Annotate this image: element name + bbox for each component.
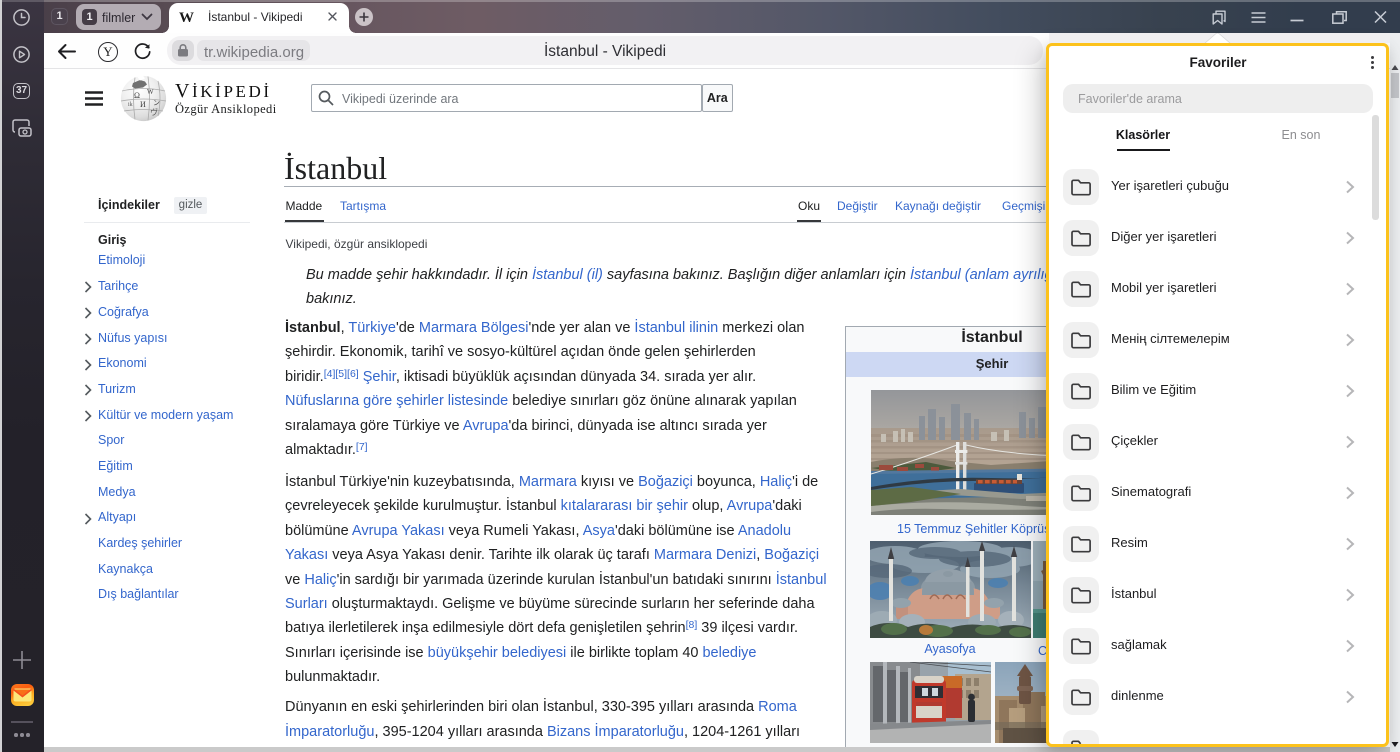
- svg-text:W: W: [147, 88, 154, 96]
- svg-text:И: И: [140, 100, 146, 109]
- svg-text:ik: ik: [128, 102, 133, 108]
- svg-text:ン: ン: [153, 99, 160, 107]
- svg-text:ヴ: ヴ: [150, 107, 158, 117]
- svg-text:Ω: Ω: [134, 91, 140, 100]
